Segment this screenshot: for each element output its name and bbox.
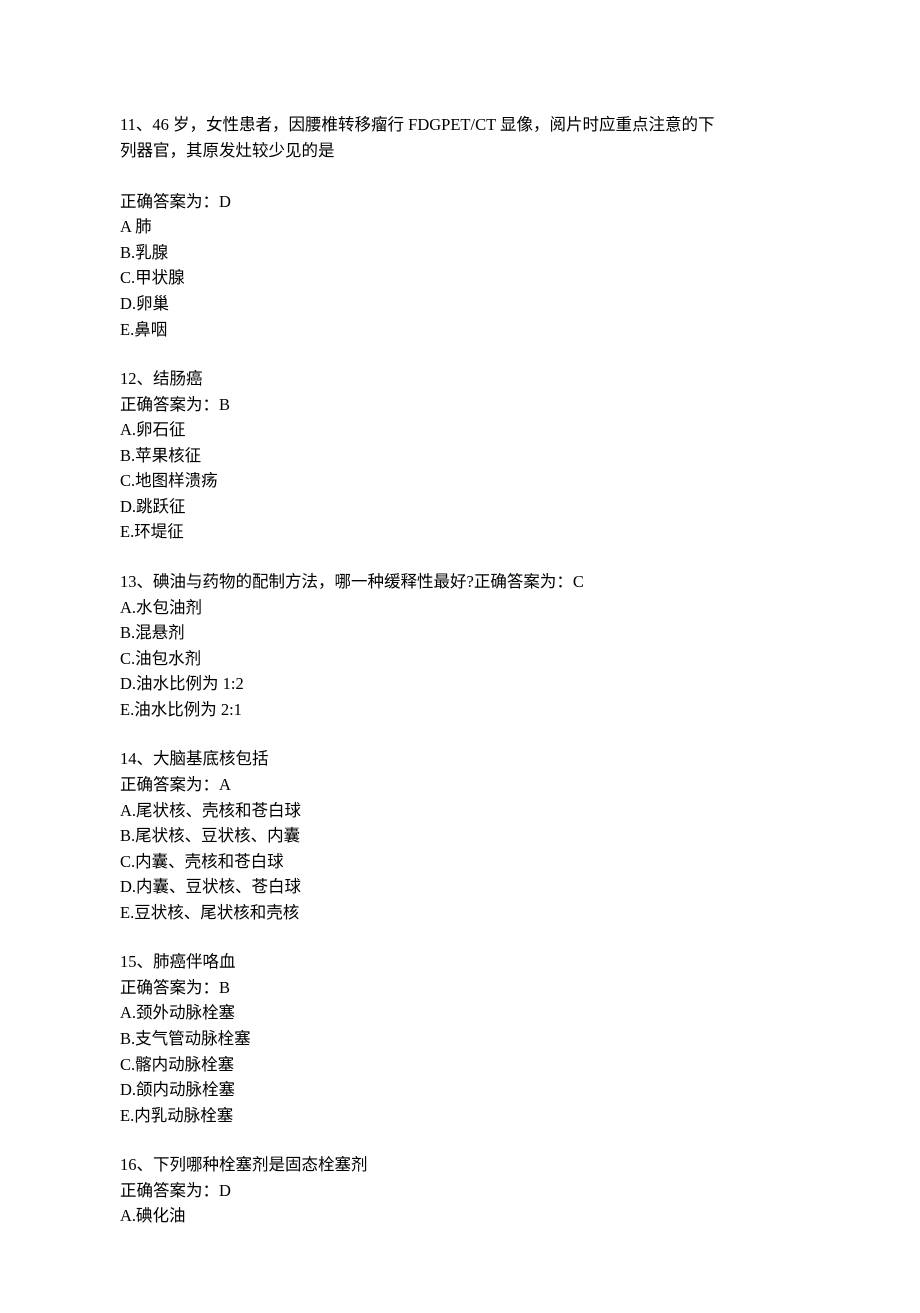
question-text-line1: 肺癌伴咯血 <box>153 952 236 971</box>
option: D.跳跃征 <box>120 494 800 520</box>
option: A.颈外动脉栓塞 <box>120 1000 800 1026</box>
question-block: 12、结肠癌 正确答案为：B A.卵石征 B.苹果核征 C.地图样溃疡 D.跳跃… <box>120 366 800 545</box>
document-page: 11、46 岁，女性患者，因腰椎转移瘤行 FDGPET/CT 显像，阅片时应重点… <box>0 0 920 1313</box>
option: B.尾状核、豆状核、内囊 <box>120 823 800 849</box>
question-block: 16、下列哪种栓塞剂是固态栓塞剂 正确答案为：D A.碘化油 <box>120 1152 800 1229</box>
question-block: 14、大脑基底核包括 正确答案为：A A.尾状核、壳核和苍白球 B.尾状核、豆状… <box>120 746 800 925</box>
question-stem: 14、大脑基底核包括 <box>120 746 800 772</box>
question-stem: 15、肺癌伴咯血 <box>120 949 800 975</box>
option: C.地图样溃疡 <box>120 468 800 494</box>
question-number: 11、 <box>120 115 152 134</box>
option: D.油水比例为 1:2 <box>120 671 800 697</box>
question-text-line1: 大脑基底核包括 <box>153 749 269 768</box>
question-text-line1: 结肠癌 <box>153 369 203 388</box>
option: C.髂内动脉栓塞 <box>120 1052 800 1078</box>
option: E.内乳动脉栓塞 <box>120 1103 800 1129</box>
option: A.水包油剂 <box>120 595 800 621</box>
option: D.内囊、豆状核、苍白球 <box>120 874 800 900</box>
option: B.支气管动脉栓塞 <box>120 1026 800 1052</box>
option: A.卵石征 <box>120 417 800 443</box>
option: C.内囊、壳核和苍白球 <box>120 849 800 875</box>
option: D.颌内动脉栓塞 <box>120 1077 800 1103</box>
question-text-line1: 46 岁，女性患者，因腰椎转移瘤行 FDGPET/CT 显像，阅片时应重点注意的… <box>152 115 714 134</box>
answer-line: 正确答案为：D <box>120 1178 800 1204</box>
question-text-line2: 列器官，其原发灶较少见的是 <box>120 138 800 164</box>
question-number: 15、 <box>120 952 153 971</box>
answer-line: 正确答案为：B <box>120 392 800 418</box>
question-text-line1: 下列哪种栓塞剂是固态栓塞剂 <box>153 1155 368 1174</box>
option: C.甲状腺 <box>120 265 800 291</box>
question-stem: 16、下列哪种栓塞剂是固态栓塞剂 <box>120 1152 800 1178</box>
option: E.环堤征 <box>120 519 800 545</box>
option: E.油水比例为 2:1 <box>120 697 800 723</box>
question-number: 13、 <box>120 572 153 591</box>
answer-line: 正确答案为：A <box>120 772 800 798</box>
question-number: 12、 <box>120 369 153 388</box>
question-block: 11、46 岁，女性患者，因腰椎转移瘤行 FDGPET/CT 显像，阅片时应重点… <box>120 112 800 342</box>
option: E.豆状核、尾状核和壳核 <box>120 900 800 926</box>
question-block: 15、肺癌伴咯血 正确答案为：B A.颈外动脉栓塞 B.支气管动脉栓塞 C.髂内… <box>120 949 800 1128</box>
option: A 肺 <box>120 214 800 240</box>
option: A.碘化油 <box>120 1203 800 1229</box>
question-number: 14、 <box>120 749 153 768</box>
question-block: 13、碘油与药物的配制方法，哪一种缓释性最好?正确答案为：C A.水包油剂 B.… <box>120 569 800 722</box>
option: D.卵巢 <box>120 291 800 317</box>
option: A.尾状核、壳核和苍白球 <box>120 798 800 824</box>
question-text-line1: 碘油与药物的配制方法，哪一种缓释性最好?正确答案为：C <box>153 572 584 591</box>
option: C.油包水剂 <box>120 646 800 672</box>
question-stem: 12、结肠癌 <box>120 366 800 392</box>
option: B.苹果核征 <box>120 443 800 469</box>
question-stem: 11、46 岁，女性患者，因腰椎转移瘤行 FDGPET/CT 显像，阅片时应重点… <box>120 112 800 138</box>
option: B.乳腺 <box>120 240 800 266</box>
question-stem: 13、碘油与药物的配制方法，哪一种缓释性最好?正确答案为：C <box>120 569 800 595</box>
question-number: 16、 <box>120 1155 153 1174</box>
option: E.鼻咽 <box>120 317 800 343</box>
option: B.混悬剂 <box>120 620 800 646</box>
blank-line <box>120 163 800 189</box>
answer-line: 正确答案为：B <box>120 975 800 1001</box>
answer-line: 正确答案为：D <box>120 189 800 215</box>
